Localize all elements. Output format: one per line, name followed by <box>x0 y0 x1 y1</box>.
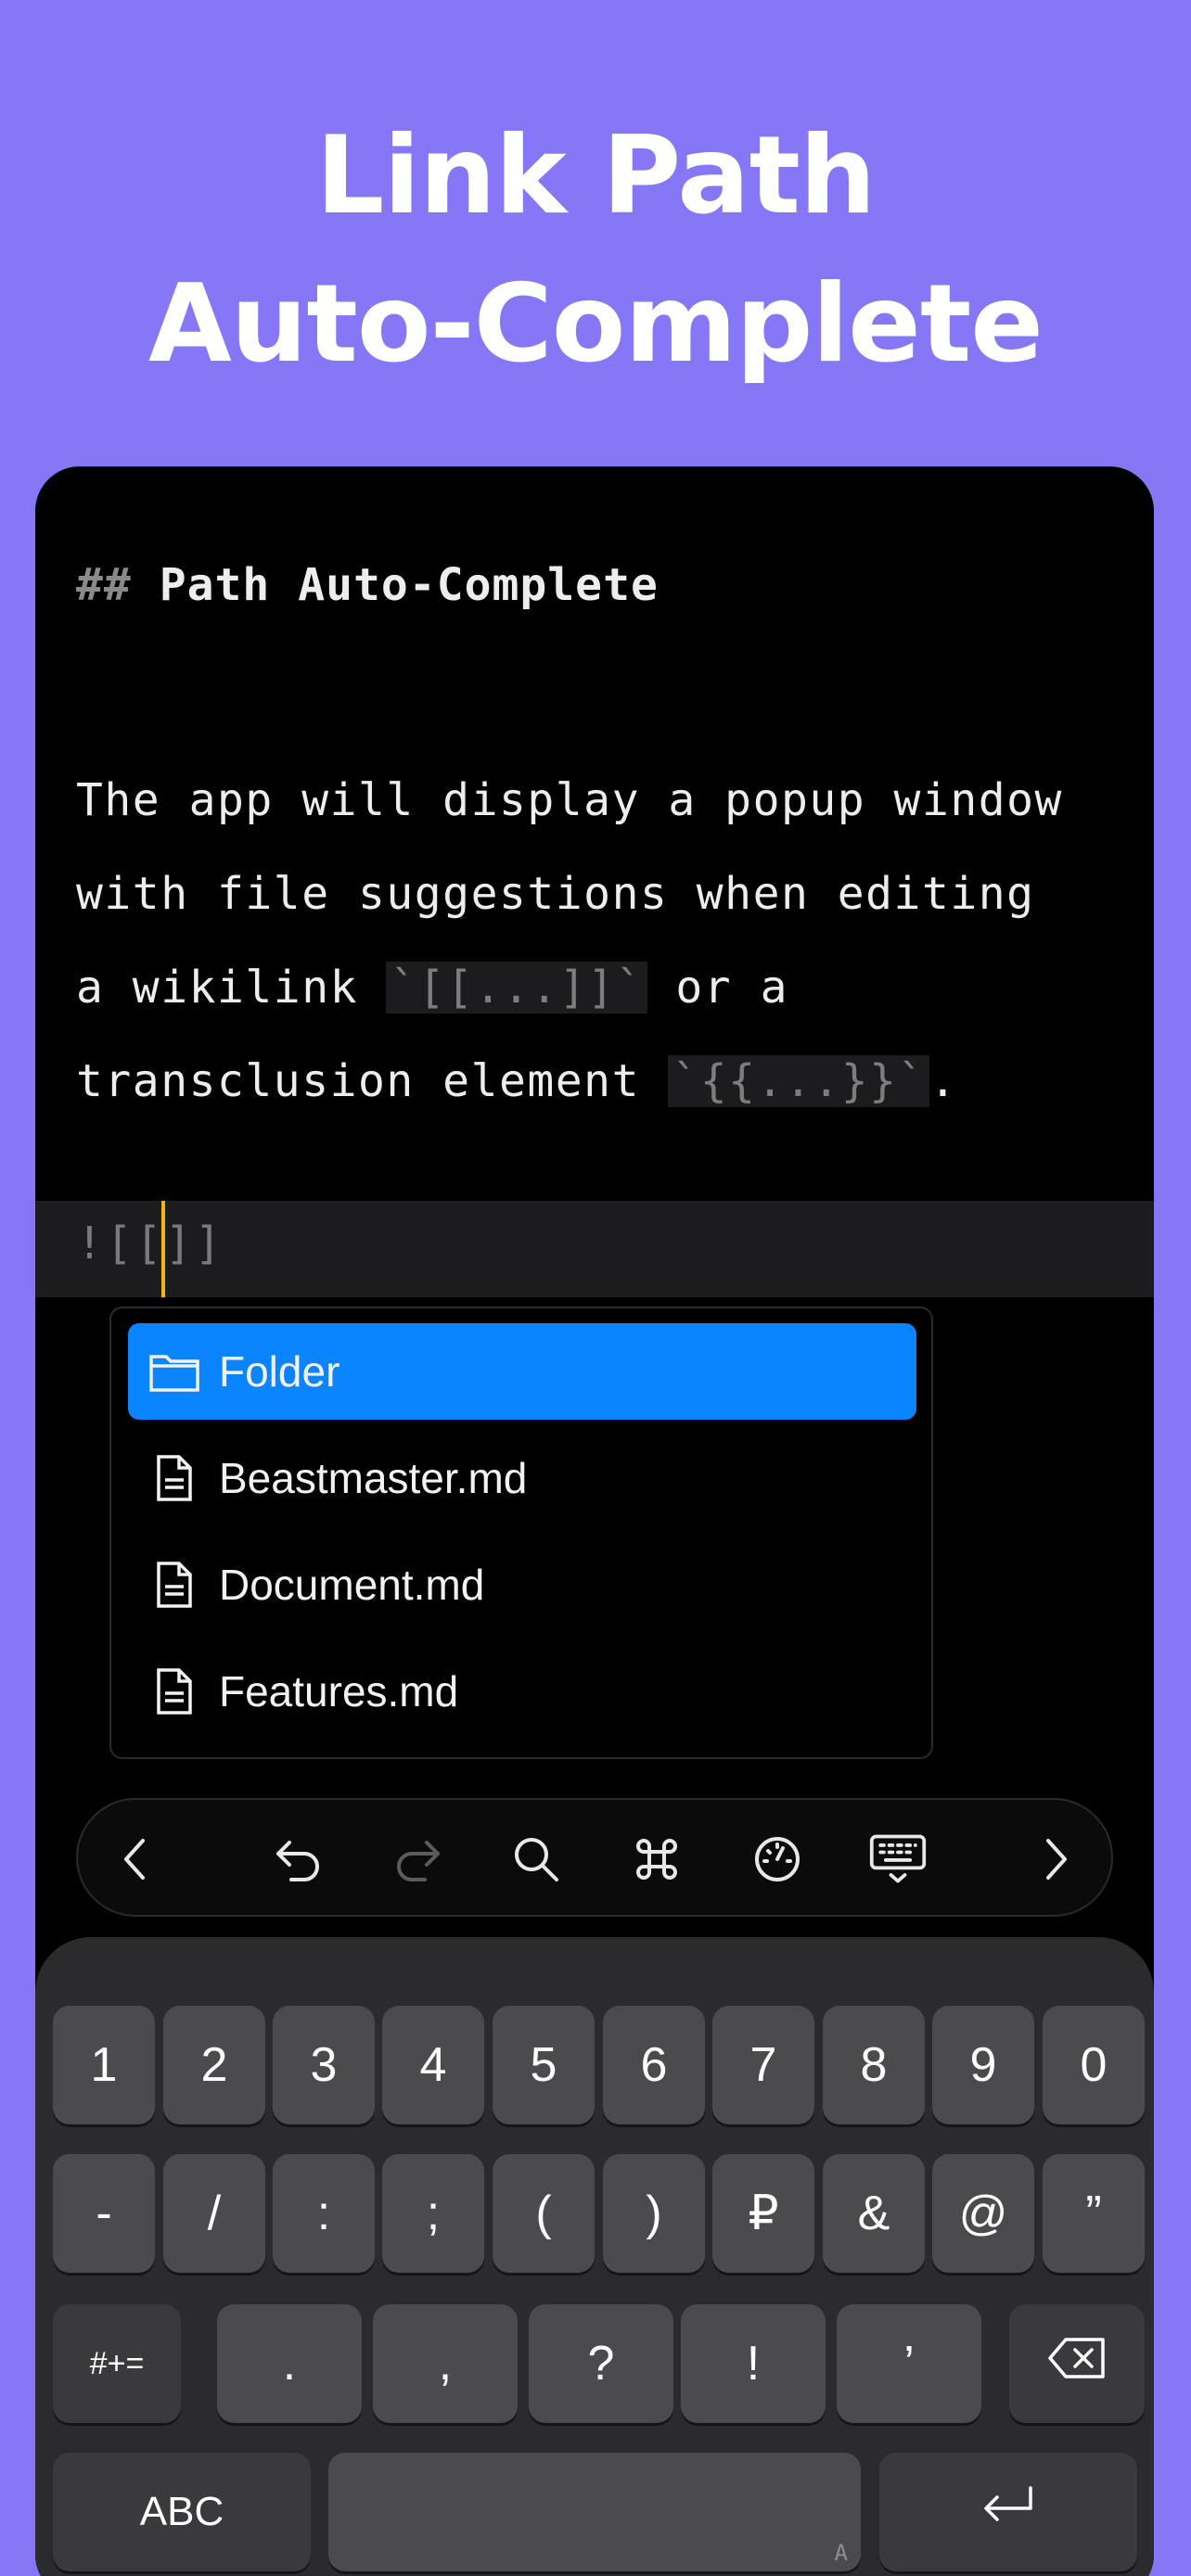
undo-icon[interactable] <box>269 1830 328 1889</box>
suggestion-label: Folder <box>219 1347 340 1396</box>
suggestion-label: Document.md <box>219 1561 485 1609</box>
heading-text: Path Auto-Complete <box>159 559 659 611</box>
key-at[interactable]: @ <box>932 2154 1034 2273</box>
suggestion-beastmaster[interactable]: Beastmaster.md <box>128 1430 916 1526</box>
suggestion-label: Features.md <box>219 1667 459 1715</box>
suggestion-document[interactable]: Document.md <box>128 1537 916 1633</box>
paragraph-line-3: a wikilink `[[...]]` or a <box>76 941 1063 1035</box>
redo-icon[interactable] <box>388 1830 447 1889</box>
key-ampersand[interactable]: & <box>823 2154 925 2273</box>
text-caret <box>161 1201 165 1297</box>
key-9[interactable]: 9 <box>932 2006 1034 2124</box>
key-6[interactable]: 6 <box>603 2006 705 2124</box>
paragraph-line-4: transclusion element `{{...}}`. <box>76 1035 1063 1129</box>
folder-icon <box>148 1345 200 1397</box>
text-span: transclusion element <box>76 1055 669 1107</box>
key-7[interactable]: 7 <box>712 2006 814 2124</box>
space-key-hint: A <box>834 2540 848 2566</box>
text-span: . <box>928 1055 958 1107</box>
document-icon <box>148 1452 200 1504</box>
command-icon[interactable] <box>627 1830 686 1889</box>
key-more-symbols[interactable]: #+= <box>53 2304 181 2423</box>
suggestion-folder[interactable]: Folder <box>128 1323 916 1420</box>
key-slash[interactable]: / <box>163 2154 265 2273</box>
key-ruble[interactable]: ₽ <box>712 2154 814 2273</box>
key-0[interactable]: 0 <box>1043 2006 1145 2124</box>
current-edit-line[interactable]: ![[]] <box>35 1201 1154 1297</box>
hero-title-line1: Link Path <box>315 113 876 238</box>
backspace-icon <box>1047 2336 1107 2391</box>
key-apostrophe[interactable]: ’ <box>837 2304 981 2423</box>
key-5[interactable]: 5 <box>493 2006 595 2124</box>
numeric-keyboard: 1 2 3 4 5 6 7 8 9 0 - / : ; ( ) ₽ & @ ” … <box>35 1937 1154 2576</box>
key-close-paren[interactable]: ) <box>603 2154 705 2273</box>
hero-title-line2: Auto-Complete <box>148 261 1044 387</box>
suggestion-label: Beastmaster.md <box>219 1454 528 1502</box>
key-2[interactable]: 2 <box>163 2006 265 2124</box>
key-colon[interactable]: : <box>273 2154 375 2273</box>
autocomplete-popup: Folder Beastmaster.md Document.md Featur… <box>109 1307 933 1759</box>
backspace-key[interactable] <box>1009 2304 1145 2423</box>
search-icon[interactable] <box>506 1830 566 1889</box>
chevron-left-icon[interactable] <box>106 1830 165 1889</box>
suggestion-features[interactable]: Features.md <box>128 1643 916 1740</box>
key-exclamation[interactable]: ! <box>681 2304 826 2423</box>
phone-screen: ## Path Auto-Complete The app will displ… <box>35 466 1154 2576</box>
keyboard-dismiss-icon[interactable] <box>868 1830 928 1889</box>
paragraph: The app will display a popup window with… <box>76 754 1063 1129</box>
key-hyphen[interactable]: - <box>53 2154 155 2273</box>
current-line-text: ![[]] <box>76 1218 224 1269</box>
return-key[interactable] <box>879 2453 1137 2571</box>
abc-key[interactable]: ABC <box>53 2453 311 2571</box>
space-key[interactable]: A <box>328 2453 861 2571</box>
document-icon <box>148 1665 200 1717</box>
text-span: a wikilink <box>76 962 387 1014</box>
key-question[interactable]: ? <box>529 2304 673 2423</box>
return-icon <box>980 2484 1036 2541</box>
gauge-icon[interactable] <box>748 1830 807 1889</box>
inline-code-transclusion: `{{...}}` <box>668 1055 929 1107</box>
key-1[interactable]: 1 <box>53 2006 155 2124</box>
inline-code-wikilink: `[[...]]` <box>386 962 647 1014</box>
paragraph-line-1: The app will display a popup window <box>76 774 1063 826</box>
key-quote[interactable]: ” <box>1043 2154 1145 2273</box>
document-icon <box>148 1559 200 1611</box>
heading-line: ## Path Auto-Complete <box>76 559 659 611</box>
key-period[interactable]: . <box>217 2304 362 2423</box>
text-span: or a <box>647 962 788 1014</box>
key-comma[interactable]: , <box>373 2304 518 2423</box>
chevron-right-icon[interactable] <box>1026 1830 1085 1889</box>
key-8[interactable]: 8 <box>823 2006 925 2124</box>
editor-toolbar <box>76 1798 1113 1917</box>
key-4[interactable]: 4 <box>382 2006 484 2124</box>
hero-title: Link Path Auto-Complete <box>0 102 1191 399</box>
key-open-paren[interactable]: ( <box>493 2154 595 2273</box>
heading-marker: ## <box>76 559 132 611</box>
key-3[interactable]: 3 <box>273 2006 375 2124</box>
paragraph-line-2: with file suggestions when editing <box>76 868 1035 920</box>
key-semicolon[interactable]: ; <box>382 2154 484 2273</box>
